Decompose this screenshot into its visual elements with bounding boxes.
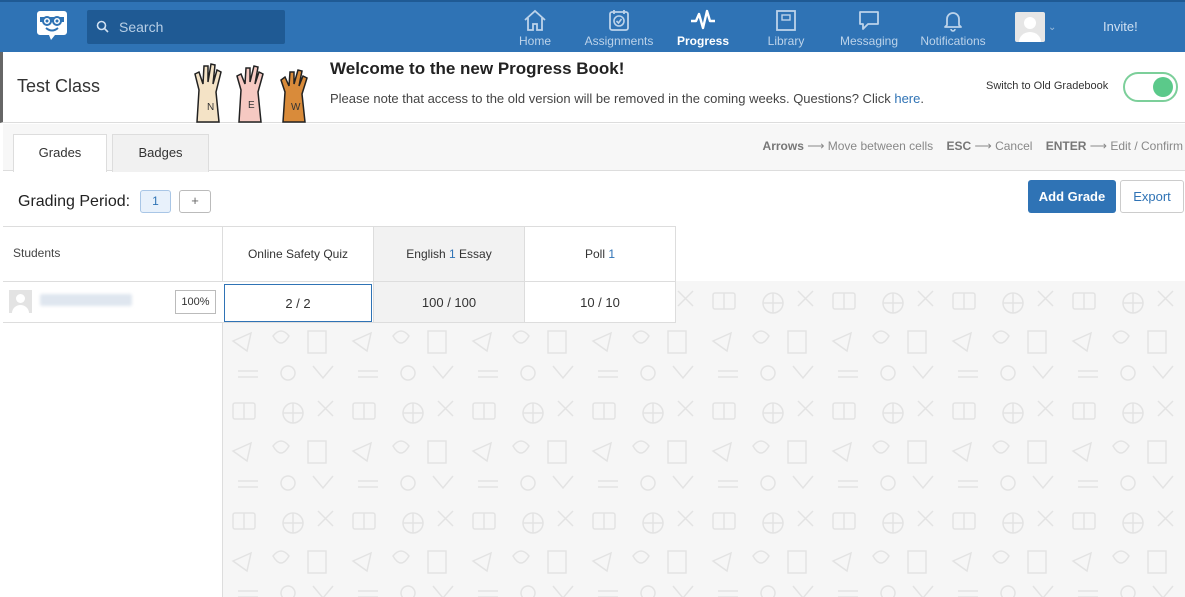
add-grade-button[interactable]: Add Grade (1028, 180, 1116, 213)
nav-label: Progress (676, 34, 730, 48)
hint-action: Cancel (995, 139, 1033, 153)
nav-label: Assignments (584, 34, 654, 48)
messaging-icon (859, 11, 879, 30)
nav-label: Home (518, 34, 551, 48)
class-name: Test Class (17, 76, 101, 96)
students-column: Students 100% (3, 226, 223, 597)
nav-label: Messaging (839, 34, 899, 48)
welcome-message-text: Please note that access to the old versi… (330, 91, 895, 106)
tab-badges[interactable]: Badges (112, 134, 209, 172)
nav-assignments[interactable]: Assignments (582, 6, 656, 52)
welcome-message-end: . (920, 91, 924, 106)
tab-grades[interactable]: Grades (13, 134, 107, 172)
student-avatar-icon (9, 290, 32, 313)
doodle-pattern-background (223, 281, 1185, 597)
search-icon (96, 20, 109, 38)
column-label-num: 1 (449, 247, 456, 261)
student-name-redacted[interactable] (40, 294, 132, 306)
grade-column-header[interactable]: Poll 1 (525, 226, 676, 282)
grade-column-header[interactable]: English 1 Essay (374, 226, 525, 282)
tabs-row: Grades Badges Arrows ⟶ Move between cell… (3, 124, 1185, 172)
edmodo-logo-icon[interactable] (36, 8, 68, 42)
new-hands-illustration: N E W (193, 62, 318, 124)
grading-period-label: Grading Period: (18, 193, 131, 210)
home-icon (524, 9, 546, 31)
search-box[interactable] (87, 10, 285, 44)
hint-key: ESC (946, 139, 972, 153)
column-label-pre: Poll (584, 247, 609, 261)
toggle-knob (1153, 77, 1173, 97)
invite-link[interactable]: Invite! (1103, 19, 1138, 34)
column-label-num: 1 (608, 247, 616, 261)
hand-letter-n: N (207, 102, 214, 113)
hand-letter-e: E (248, 100, 255, 111)
add-grading-period-button[interactable]: + (179, 190, 211, 213)
user-avatar (1015, 12, 1045, 42)
export-button[interactable]: Export (1120, 180, 1184, 213)
student-overall-percent[interactable]: 100% (175, 290, 216, 314)
hint-action: Edit / Confirm (1110, 139, 1183, 153)
nav-home[interactable]: Home (510, 6, 560, 52)
library-icon (776, 10, 796, 31)
user-menu[interactable]: ⌄ (1015, 12, 1061, 44)
nav-label: Library (767, 34, 805, 48)
nav-notifications[interactable]: Notifications (918, 6, 988, 52)
grade-cell[interactable]: 10 / 10 (525, 282, 676, 323)
hint-action: Move between cells (827, 139, 934, 153)
grade-cell-selected[interactable]: 2 / 2 (224, 284, 372, 322)
progress-icon (691, 9, 715, 30)
switch-old-gradebook-label: Switch to Old Gradebook (986, 80, 1109, 92)
nav-progress[interactable]: Progress (675, 6, 731, 52)
search-input[interactable] (117, 16, 277, 38)
column-label-pre: English (406, 247, 449, 261)
top-navigation-bar: Home Assignments Progress Library Messag… (0, 0, 1185, 52)
assignments-icon (609, 10, 629, 31)
student-row[interactable]: 100% (3, 282, 223, 323)
chevron-down-icon: ⌄ (1048, 22, 1057, 33)
column-label-post: Essay (455, 247, 492, 261)
students-header-label: Students (13, 246, 61, 260)
hint-key: Arrows (762, 139, 804, 153)
column-label: Online Safety Quiz (247, 247, 349, 261)
old-gradebook-toggle[interactable] (1123, 72, 1178, 102)
welcome-here-link[interactable]: here (894, 91, 920, 106)
nav-label: Notifications (920, 34, 986, 48)
class-header: Test Class N E W Welcome to the new Prog… (0, 52, 1185, 123)
nav-messaging[interactable]: Messaging (838, 6, 900, 52)
hand-letter-w: W (291, 102, 301, 113)
nav-library[interactable]: Library (762, 6, 810, 52)
grade-column-header[interactable]: Online Safety Quiz (223, 226, 374, 282)
grading-period-1-button[interactable]: 1 (140, 190, 171, 213)
notifications-icon (944, 12, 962, 32)
welcome-title: Welcome to the new Progress Book! (330, 59, 625, 78)
keyboard-hints: Arrows ⟶ Move between cells ESC ⟶ Cancel… (762, 139, 1183, 153)
hint-key: ENTER (1045, 139, 1087, 153)
students-header: Students (3, 226, 223, 282)
grade-cell[interactable]: 100 / 100 (374, 282, 525, 323)
welcome-message: Please note that access to the old versi… (330, 91, 924, 106)
